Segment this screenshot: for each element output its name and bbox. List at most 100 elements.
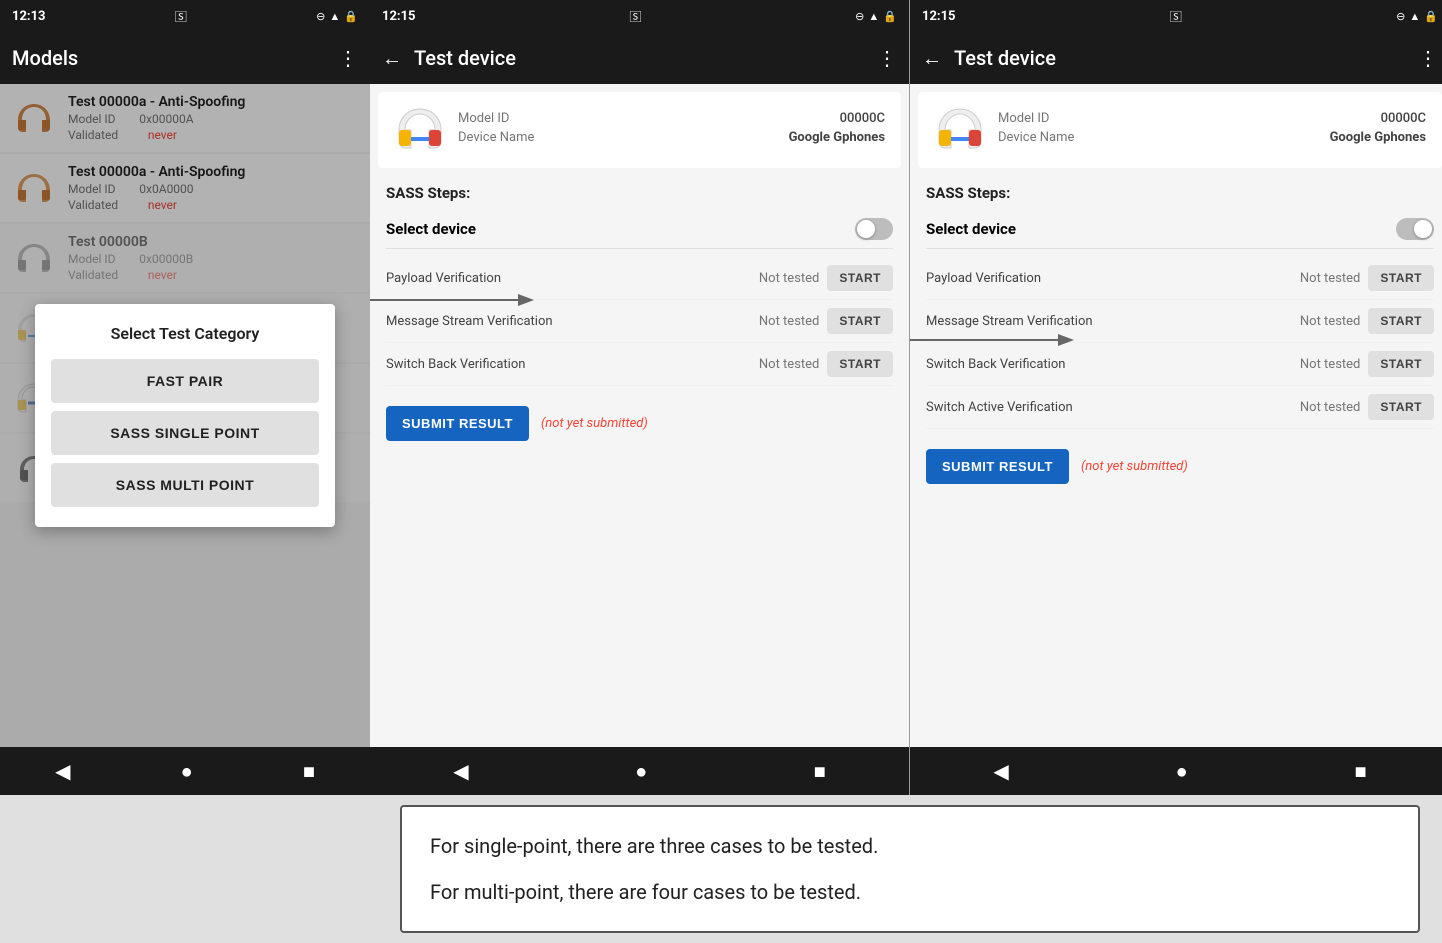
status-icons-2: ⊖ ▲ 🔒 <box>855 10 897 23</box>
device-info-card-2: Model ID 00000C Device Name Google Gphon… <box>378 92 901 168</box>
test-label-3-2: Switch Back Verification <box>926 357 1290 372</box>
icon-wifi-2: ▲ <box>868 10 879 23</box>
more-menu-icon-2[interactable]: ⋮ <box>877 46 897 70</box>
select-device-label-3: Select device <box>926 220 1016 238</box>
icon-battery-3: 🔒 <box>1424 10 1438 23</box>
nav-back-1[interactable]: ◀ <box>35 751 90 791</box>
nav-square-2[interactable]: ■ <box>794 751 846 792</box>
status-bar-3: 12:15 🅂 ⊖ ▲ 🔒 <box>910 0 1442 32</box>
nav-home-1[interactable]: ● <box>161 751 213 792</box>
start-btn-2-2[interactable]: START <box>827 351 893 377</box>
nav-square-3[interactable]: ■ <box>1334 751 1386 792</box>
device-meta-2: Model ID 00000C Device Name Google Gphon… <box>458 111 885 149</box>
app-bar-title-3: Test device <box>954 46 1418 70</box>
start-btn-2-0[interactable]: START <box>827 265 893 291</box>
sass-multi-point-btn[interactable]: SASS MULTI POINT <box>51 463 319 507</box>
sass-section-3: SASS Steps: Select device Payload Verifi… <box>910 176 1442 437</box>
test-row-2-2: Switch Back Verification Not tested STAR… <box>386 343 893 386</box>
icon-wifi-3: ▲ <box>1409 10 1420 23</box>
status-icon-sim-2: 🅂 <box>629 8 641 25</box>
submit-btn-2[interactable]: SUBMIT RESULT <box>386 406 529 441</box>
test-label-3-3: Switch Active Verification <box>926 400 1290 415</box>
more-menu-icon-1[interactable]: ⋮ <box>338 46 358 70</box>
nav-back-2[interactable]: ◀ <box>433 751 488 791</box>
icon-minus-circle: ⊖ <box>316 10 325 23</box>
device-meta-3: Model ID 00000C Device Name Google Gphon… <box>998 111 1426 149</box>
sass-title-3: SASS Steps: <box>926 184 1434 202</box>
test-status-2-1: Not tested <box>749 314 819 329</box>
test-label-3-0: Payload Verification <box>926 271 1290 286</box>
test-row-3-3: Switch Active Verification Not tested ST… <box>926 386 1434 429</box>
status-icons-1: ⊖ ▲ 🔒 <box>316 10 358 23</box>
modal-overlay: Select Test Category FAST PAIR SASS SING… <box>0 84 370 747</box>
icon-battery: 🔒 <box>344 10 358 23</box>
modal-title: Select Test Category <box>51 324 319 343</box>
start-btn-3-2[interactable]: START <box>1368 351 1434 377</box>
time-1: 12:13 <box>12 9 46 24</box>
test-row-2-0: Payload Verification Not tested START <box>386 257 893 300</box>
select-device-toggle-3[interactable] <box>1396 218 1434 240</box>
nav-bar-1: ◀ ● ■ <box>0 747 370 795</box>
device-meta-row-modelid-3: Model ID 00000C <box>998 111 1426 126</box>
start-btn-3-0[interactable]: START <box>1368 265 1434 291</box>
fast-pair-btn[interactable]: FAST PAIR <box>51 359 319 403</box>
time-2: 12:15 <box>382 9 416 24</box>
time-3: 12:15 <box>922 9 956 24</box>
sass-title-2: SASS Steps: <box>386 184 893 202</box>
device-meta-row-devicename-2: Device Name Google Gphones <box>458 130 885 145</box>
nav-back-3[interactable]: ◀ <box>973 751 1028 791</box>
start-btn-3-3[interactable]: START <box>1368 394 1434 420</box>
start-btn-2-1[interactable]: START <box>827 308 893 334</box>
test-row-3-0: Payload Verification Not tested START <box>926 257 1434 300</box>
test-status-3-3: Not tested <box>1290 400 1360 415</box>
app-bar-title-1: Models <box>12 46 338 70</box>
phones-row: 12:15 🅂 ⊖ ▲ 🔒 ← Test device ⋮ <box>370 0 1442 795</box>
icon-minus-circle-2: ⊖ <box>855 10 864 23</box>
test-row-2-1: Message Stream Verification Not tested S… <box>386 300 893 343</box>
status-icon-sim: 🅂 <box>175 8 187 25</box>
test-row-3-1: Message Stream Verification Not tested S… <box>926 300 1434 343</box>
not-submitted-3: (not yet submitted) <box>1081 459 1188 474</box>
device-logo-2 <box>394 104 446 156</box>
app-bar-3: ← Test device ⋮ <box>910 32 1442 84</box>
submit-btn-3[interactable]: SUBMIT RESULT <box>926 449 1069 484</box>
not-submitted-2: (not yet submitted) <box>541 416 648 431</box>
start-btn-3-1[interactable]: START <box>1368 308 1434 334</box>
annotation-box: For single-point, there are three cases … <box>400 805 1420 933</box>
annotation-area: For single-point, there are three cases … <box>370 795 1442 943</box>
more-menu-icon-3[interactable]: ⋮ <box>1418 46 1438 70</box>
icon-battery-2: 🔒 <box>883 10 897 23</box>
status-icon-sim-3: 🅂 <box>1170 8 1182 25</box>
select-device-row-2: Select device <box>386 210 893 249</box>
sass-single-point-btn[interactable]: SASS SINGLE POINT <box>51 411 319 455</box>
test-status-3-2: Not tested <box>1290 357 1360 372</box>
annotation-line-1: For single-point, there are three cases … <box>430 831 1390 861</box>
app-bar-title-2: Test device <box>414 46 877 70</box>
nav-home-2[interactable]: ● <box>615 751 667 792</box>
device-meta-row-modelid-2: Model ID 00000C <box>458 111 885 126</box>
back-btn-2[interactable]: ← <box>382 46 402 71</box>
status-bar-2: 12:15 🅂 ⊖ ▲ 🔒 <box>370 0 909 32</box>
submit-row-2: SUBMIT RESULT (not yet submitted) <box>370 394 909 453</box>
test-status-3-0: Not tested <box>1290 271 1360 286</box>
toggle-knob-3 <box>1414 220 1432 238</box>
status-icons-3: ⊖ ▲ 🔒 <box>1396 10 1438 23</box>
sass-section-2: SASS Steps: Select device Payload Verifi… <box>370 176 909 394</box>
phone-2: 12:15 🅂 ⊖ ▲ 🔒 ← Test device ⋮ <box>370 0 910 795</box>
toggle-knob-2 <box>857 220 875 238</box>
test-label-3-1: Message Stream Verification <box>926 314 1290 329</box>
test-label-2-0: Payload Verification <box>386 271 749 286</box>
icon-wifi: ▲ <box>329 10 340 23</box>
submit-row-3: SUBMIT RESULT (not yet submitted) <box>910 437 1442 496</box>
test-row-3-2: Switch Back Verification Not tested STAR… <box>926 343 1434 386</box>
nav-home-3[interactable]: ● <box>1156 751 1208 792</box>
select-device-label-2: Select device <box>386 220 476 238</box>
nav-square-1[interactable]: ■ <box>283 751 335 792</box>
back-btn-3[interactable]: ← <box>922 46 942 71</box>
icon-minus-circle-3: ⊖ <box>1396 10 1405 23</box>
nav-bar-3: ◀ ● ■ <box>910 747 1442 795</box>
select-device-toggle-2[interactable] <box>855 218 893 240</box>
device-info-card-3: Model ID 00000C Device Name Google Gphon… <box>918 92 1442 168</box>
nav-bar-2: ◀ ● ■ <box>370 747 909 795</box>
test-label-2-1: Message Stream Verification <box>386 314 749 329</box>
